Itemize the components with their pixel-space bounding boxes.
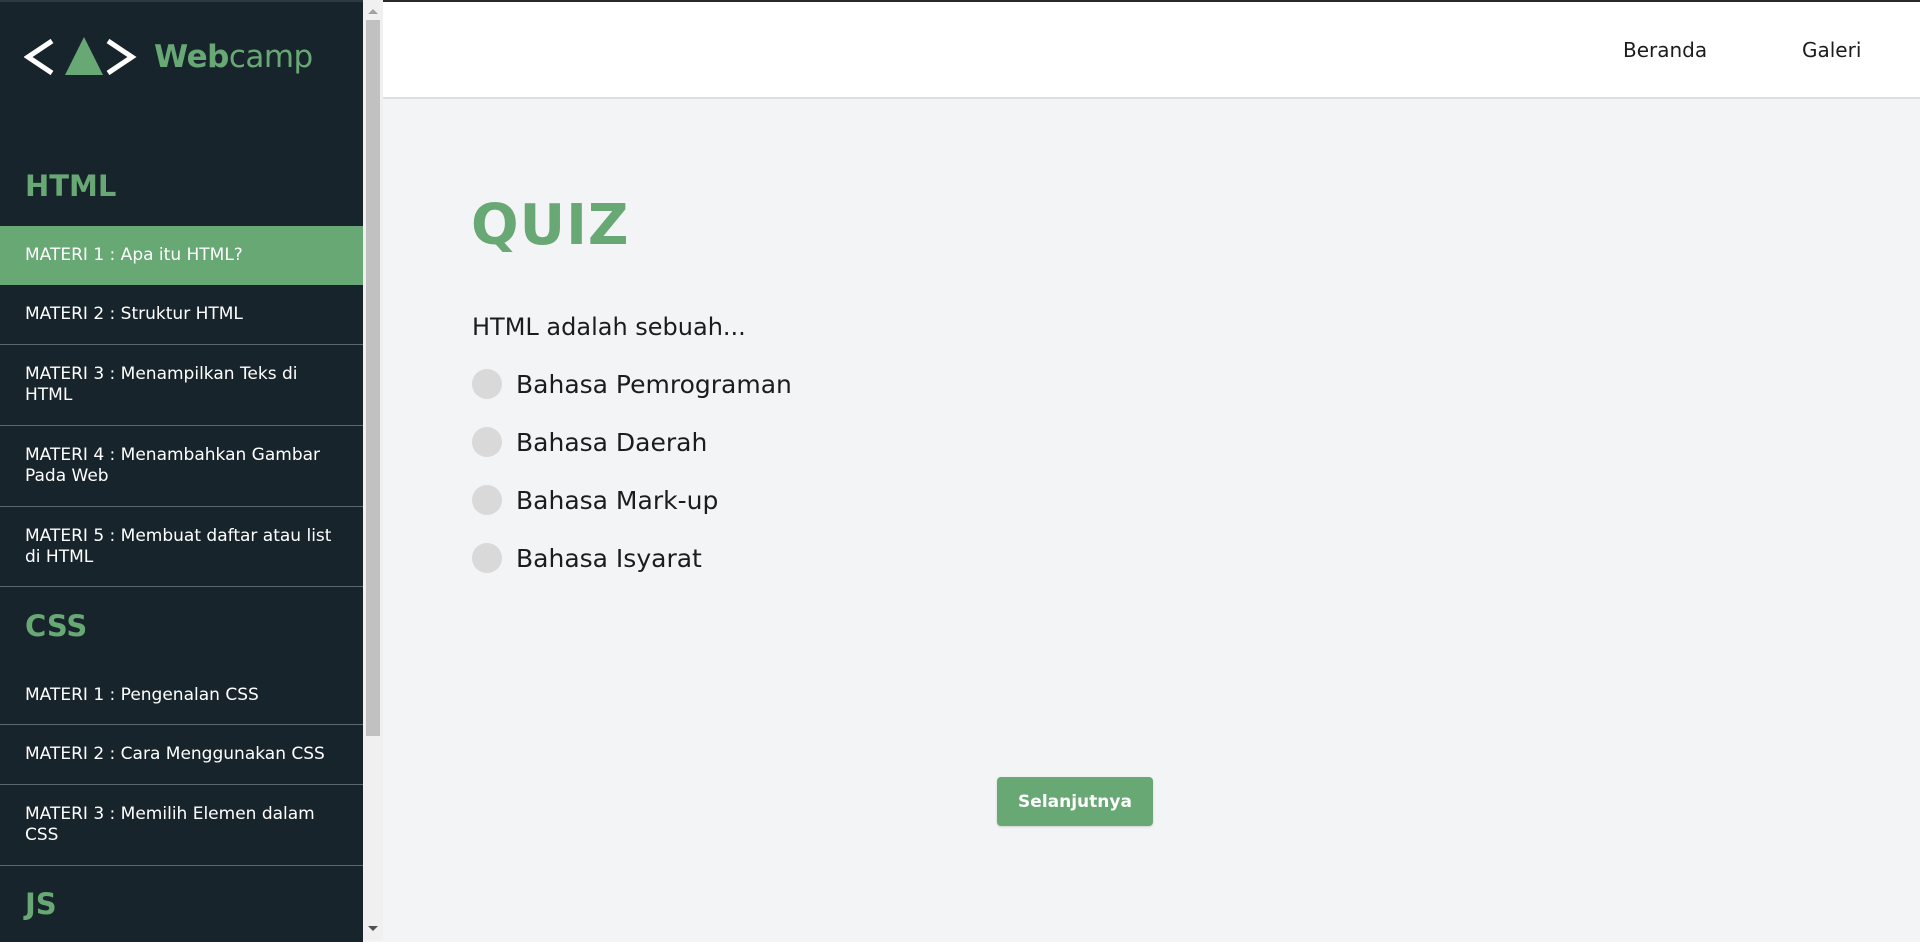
nav-link-beranda[interactable]: Beranda: [1623, 38, 1707, 62]
section-title-css: CSS: [25, 609, 88, 643]
answer-option-2[interactable]: Bahasa Daerah: [472, 427, 707, 457]
top-navbar: Beranda Galeri: [383, 0, 1920, 99]
sidebar: Webcamp HTML MATERI 1 : Apa itu HTML? MA…: [0, 0, 363, 942]
radio-button[interactable]: [472, 427, 502, 457]
next-button[interactable]: Selanjutnya: [997, 777, 1153, 826]
sidebar-item-label: MATERI 2 : Struktur HTML: [25, 304, 243, 324]
answer-label: Bahasa Pemrograman: [516, 369, 792, 399]
radio-button[interactable]: [472, 485, 502, 515]
sidebar-item-label: MATERI 1 : Pengenalan CSS: [25, 684, 259, 705]
sidebar-item-html-materi-1[interactable]: MATERI 1 : Apa itu HTML?: [0, 226, 363, 285]
sidebar-item-label: MATERI 3 : Menampilkan Teks di HTML: [25, 364, 298, 405]
sidebar-item-css-materi-2[interactable]: MATERI 2 : Cara Menggunakan CSS: [0, 725, 363, 785]
scrollbar-thumb[interactable]: [366, 20, 380, 736]
sidebar-item-label: MATERI 2 : Cara Menggunakan CSS: [25, 744, 325, 764]
sidebar-item-label: MATERI 4 : Menambahkan Gambar Pada Web: [25, 445, 321, 486]
sidebar-scrollbar[interactable]: [363, 0, 383, 940]
sidebar-item-html-materi-4[interactable]: MATERI 4 : Menambahkan Gambar Pada Web: [0, 426, 363, 507]
answer-label: Bahasa Daerah: [516, 427, 708, 457]
sidebar-item-label: MATERI 5 : Membuat daftar atau list di H…: [25, 525, 332, 567]
answer-option-1[interactable]: Bahasa Pemrograman: [472, 369, 792, 399]
webcamp-logo[interactable]: Webcamp: [24, 36, 313, 78]
sidebar-item-html-materi-2[interactable]: MATERI 2 : Struktur HTML: [0, 285, 363, 345]
quiz-question: HTML adalah sebuah...: [472, 313, 746, 341]
sidebar-item-label: MATERI 1 : Apa itu HTML?: [25, 245, 243, 265]
logo-text: Webcamp: [154, 39, 313, 75]
answer-label: Bahasa Isyarat: [516, 543, 702, 573]
scroll-up-icon[interactable]: [368, 9, 378, 14]
answer-option-4[interactable]: Bahasa Isyarat: [472, 543, 702, 573]
sidebar-item-css-materi-3[interactable]: MATERI 3 : Memilih Elemen dalam CSS: [0, 785, 363, 866]
code-logo-icon: [24, 37, 137, 76]
radio-button[interactable]: [472, 543, 502, 573]
answer-option-3[interactable]: Bahasa Mark-up: [472, 485, 718, 515]
nav-link-galeri[interactable]: Galeri: [1802, 38, 1861, 62]
section-title-js: JS: [25, 887, 57, 921]
sidebar-item-html-materi-3[interactable]: MATERI 3 : Menampilkan Teks di HTML: [0, 345, 363, 426]
answer-label: Bahasa Mark-up: [516, 485, 719, 515]
scroll-down-icon[interactable]: [368, 926, 378, 931]
sidebar-item-label: MATERI 3 : Memilih Elemen dalam CSS: [25, 804, 315, 845]
sidebar-item-css-materi-1[interactable]: MATERI 1 : Pengenalan CSS: [0, 666, 363, 725]
quiz-title: QUIZ: [471, 193, 630, 258]
radio-button[interactable]: [472, 369, 502, 399]
section-title-html: HTML: [25, 169, 117, 203]
sidebar-item-html-materi-5[interactable]: MATERI 5 : Membuat daftar atau list di H…: [0, 507, 363, 587]
